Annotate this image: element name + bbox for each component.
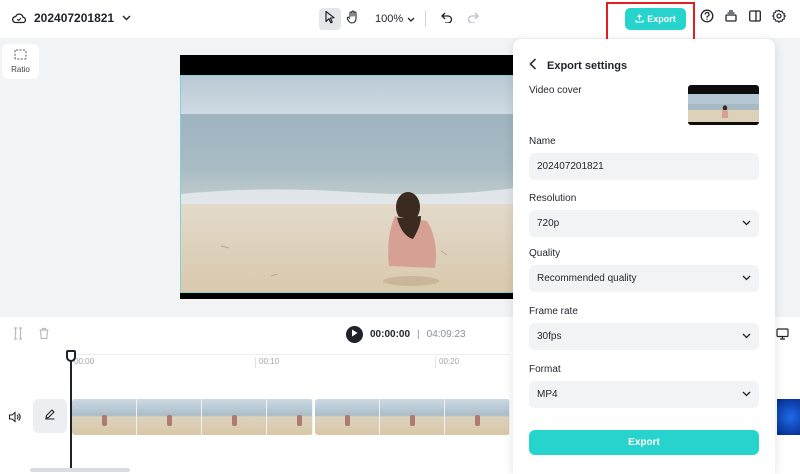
- pointer-tool-button[interactable]: [319, 8, 341, 30]
- video-track: [72, 399, 510, 435]
- name-input[interactable]: 202407201821: [529, 153, 759, 180]
- frame-rate-value: 30fps: [537, 331, 562, 342]
- gear-icon[interactable]: [771, 9, 787, 28]
- clip-thumbnail: [137, 399, 202, 435]
- stack-icon[interactable]: [724, 9, 738, 28]
- clip-thumbnail: [380, 399, 445, 435]
- cloud-icon[interactable]: [12, 12, 26, 24]
- playback-controls: 00:00:00 | 04:09:23: [346, 326, 466, 343]
- name-input-value: 202407201821: [537, 161, 604, 172]
- quality-value: Recommended quality: [537, 273, 637, 284]
- chevron-down-icon: [742, 331, 751, 342]
- format-value: MP4: [537, 389, 558, 400]
- video-clip[interactable]: [72, 399, 313, 435]
- panel-title: Export settings: [547, 59, 628, 72]
- top-bar: 202407201821 100% Export: [0, 0, 800, 41]
- format-label: Format: [529, 364, 561, 375]
- chevron-down-icon[interactable]: [122, 15, 131, 21]
- name-label: Name: [529, 136, 556, 147]
- right-toolbar: [700, 9, 787, 28]
- clip-thumbnail: [315, 399, 380, 435]
- video-cover-thumbnail[interactable]: [688, 85, 759, 125]
- toolbar-divider: [425, 11, 427, 27]
- clip-thumbnail: [72, 399, 137, 435]
- timeline-ruler[interactable]: 00:00 00:10 00:20: [70, 354, 510, 368]
- playhead[interactable]: [70, 352, 72, 472]
- frame-rate-label: Frame rate: [529, 306, 578, 317]
- split-icon[interactable]: [12, 327, 24, 345]
- help-icon[interactable]: [700, 9, 714, 28]
- total-duration: 04:09:23: [426, 329, 466, 340]
- export-confirm-button[interactable]: Export: [529, 430, 759, 455]
- quality-label: Quality: [529, 248, 561, 259]
- back-arrow-icon[interactable]: [529, 58, 537, 73]
- resolution-select[interactable]: 720p: [529, 210, 759, 237]
- clip-thumbnail: [445, 399, 510, 435]
- playhead-handle[interactable]: [66, 350, 76, 362]
- video-clip[interactable]: [315, 399, 510, 435]
- speaker-icon[interactable]: [8, 410, 21, 428]
- edit-cover-button[interactable]: [33, 399, 67, 433]
- undo-button[interactable]: [436, 8, 458, 30]
- current-time: 00:00:00: [370, 329, 411, 340]
- hand-icon: [346, 9, 359, 29]
- undo-icon: [441, 10, 453, 28]
- play-button[interactable]: [346, 326, 363, 343]
- chevron-down-icon: [742, 389, 751, 400]
- ratio-icon: [14, 49, 27, 62]
- zoom-dropdown[interactable]: 100%: [375, 13, 415, 25]
- quality-select[interactable]: Recommended quality: [529, 265, 759, 292]
- redo-button[interactable]: [462, 8, 484, 30]
- chevron-down-icon: [742, 218, 751, 229]
- panel-header: Export settings: [529, 58, 627, 73]
- video-preview[interactable]: [180, 55, 514, 299]
- zoom-level: 100%: [375, 13, 404, 25]
- video-cover-label: Video cover: [529, 85, 582, 96]
- ruler-tick: 00:10: [255, 357, 279, 368]
- preview-frame-image: [180, 75, 514, 293]
- redo-icon: [467, 10, 480, 28]
- panel-icon[interactable]: [748, 9, 762, 28]
- pencil-icon: [44, 407, 56, 425]
- video-clip[interactable]: [777, 399, 800, 435]
- project-name: 202407201821: [34, 11, 115, 25]
- caption-icon[interactable]: [776, 327, 789, 345]
- timeline-tools: [12, 327, 50, 345]
- canvas-tools: 100%: [319, 8, 484, 30]
- frame-rate-select[interactable]: 30fps: [529, 323, 759, 350]
- chevron-down-icon: [407, 13, 415, 25]
- format-select[interactable]: MP4: [529, 381, 759, 408]
- clip-thumbnail: [267, 399, 313, 435]
- chevron-down-icon: [742, 273, 751, 284]
- resolution-label: Resolution: [529, 193, 577, 204]
- trash-icon[interactable]: [38, 327, 50, 345]
- time-separator: |: [417, 329, 420, 340]
- export-settings-panel: Export settings Video cover Name 2024072…: [513, 39, 775, 474]
- play-icon: [351, 329, 358, 340]
- ruler-tick: 00:20: [435, 357, 459, 368]
- hand-tool-button[interactable]: [341, 8, 363, 30]
- project-title-menu[interactable]: 202407201821: [12, 11, 131, 25]
- pointer-icon: [324, 10, 336, 29]
- ratio-button[interactable]: Ratio: [2, 44, 39, 79]
- timeline-scrollbar[interactable]: [30, 468, 130, 472]
- clip-thumbnail: [202, 399, 267, 435]
- highlight-box: [606, 2, 695, 41]
- resolution-value: 720p: [537, 218, 560, 229]
- ratio-label: Ratio: [11, 65, 30, 74]
- export-confirm-label: Export: [628, 437, 660, 448]
